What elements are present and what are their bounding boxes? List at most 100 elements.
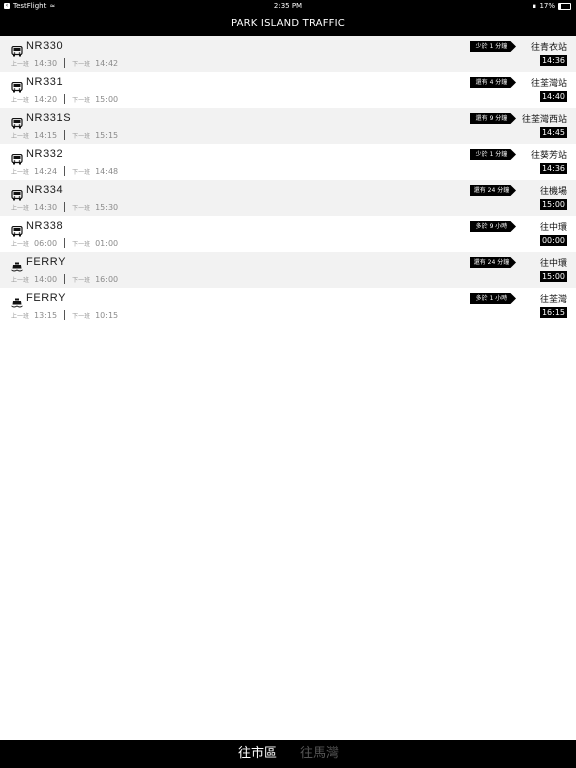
- route-times: 上一班 13:15 下一班 10:15: [11, 310, 118, 320]
- divider: [64, 94, 66, 104]
- status-time: 2:35 PM: [273, 2, 303, 10]
- bus-icon: [11, 222, 23, 237]
- prev-time: 14:15: [34, 130, 58, 140]
- route-name: NR331S: [26, 112, 72, 124]
- next-label: 下一班: [72, 204, 91, 212]
- ferry-icon: [11, 294, 23, 308]
- route-times: 上一班 14:30 下一班 14:42: [11, 58, 118, 68]
- prev-time: 14:30: [34, 202, 58, 212]
- destination: 往荃灣西站: [521, 115, 567, 125]
- countdown-badge: 還有 9 分鐘: [470, 113, 516, 124]
- prev-label: 上一班: [11, 312, 30, 320]
- route-times: 上一班 14:00 下一班 16:00: [11, 274, 118, 284]
- departure-time: 15:00: [540, 199, 567, 210]
- prev-label: 上一班: [11, 96, 30, 104]
- next-time: 15:15: [95, 130, 119, 140]
- countdown-badge: 還有 24 分鐘: [470, 257, 516, 268]
- route-times: 上一班 06:00 下一班 01:00: [11, 238, 118, 248]
- tab-bar: 往市區 往馬灣: [0, 740, 576, 768]
- prev-label: 上一班: [11, 204, 30, 212]
- route-name: NR331: [26, 76, 64, 88]
- route-name: NR332: [26, 148, 64, 160]
- countdown-badge: 多於 1 小時: [470, 293, 516, 304]
- countdown-badge: 少於 1 分鐘: [470, 41, 516, 52]
- route-times: 上一班 14:15 下一班 15:15: [11, 130, 118, 140]
- prev-time: 14:00: [34, 274, 58, 284]
- next-time: 10:15: [95, 310, 119, 320]
- divider: [64, 166, 66, 176]
- divider: [64, 238, 66, 248]
- divider: [64, 202, 66, 212]
- bus-icon: [11, 114, 23, 129]
- bus-icon: [11, 78, 23, 93]
- next-label: 下一班: [72, 96, 91, 104]
- battery-icon: [558, 2, 571, 10]
- countdown-badge: 少於 1 分鐘: [470, 149, 516, 160]
- battery-percent: 17%: [539, 2, 555, 10]
- next-label: 下一班: [72, 168, 91, 176]
- destination: 往中環: [539, 223, 567, 233]
- next-label: 下一班: [72, 312, 91, 320]
- departure-time: 14:36: [540, 163, 567, 174]
- bluetooth-icon: ∎: [531, 2, 537, 10]
- countdown-badge: 多於 9 小時: [470, 221, 516, 232]
- divider: [64, 58, 66, 68]
- divider: [64, 274, 66, 284]
- route-row[interactable]: FERRY 上一班 14:00 下一班 16:00 還有 24 分鐘 往中環 15:00: [0, 252, 576, 288]
- destination: 往荃灣站: [530, 79, 567, 89]
- departure-time: 15:00: [540, 271, 567, 282]
- destination: 往葵芳站: [530, 151, 567, 161]
- route-times: 上一班 14:20 下一班 15:00: [11, 94, 118, 104]
- route-times: 上一班 14:30 下一班 15:30: [11, 202, 118, 212]
- countdown-badge: 還有 4 分鐘: [470, 77, 516, 88]
- countdown-badge: 還有 24 分鐘: [470, 185, 516, 196]
- route-row[interactable]: NR334 上一班 14:30 下一班 15:30 還有 24 分鐘 往機場 15:00: [0, 180, 576, 216]
- route-name: FERRY: [26, 256, 67, 268]
- route-row[interactable]: FERRY 上一班 13:15 下一班 10:15 多於 1 小時 往荃灣 16:15: [0, 288, 576, 324]
- prev-time: 14:30: [34, 58, 58, 68]
- prev-time: 14:24: [34, 166, 58, 176]
- route-name: NR330: [26, 40, 64, 52]
- next-label: 下一班: [72, 132, 91, 140]
- tab-to-city[interactable]: 往市區: [238, 744, 277, 764]
- destination: 往中環: [539, 259, 567, 269]
- page-title: PARK ISLAND TRAFFIC: [0, 12, 576, 36]
- departure-time: 14:36: [540, 55, 567, 66]
- next-time: 15:00: [95, 94, 119, 104]
- next-time: 14:48: [95, 166, 119, 176]
- route-name: NR338: [26, 220, 64, 232]
- next-time: 01:00: [95, 238, 119, 248]
- prev-time: 06:00: [34, 238, 58, 248]
- route-name: NR334: [26, 184, 64, 196]
- prev-label: 上一班: [11, 276, 30, 284]
- bus-icon: [11, 150, 23, 165]
- route-row[interactable]: NR332 上一班 14:24 下一班 14:48 少於 1 分鐘 往葵芳站 14:36: [0, 144, 576, 180]
- destination: 往青衣站: [530, 43, 567, 53]
- bus-icon: [11, 42, 23, 57]
- prev-label: 上一班: [11, 240, 30, 248]
- next-label: 下一班: [72, 240, 91, 248]
- prev-label: 上一班: [11, 168, 30, 176]
- bus-icon: [11, 186, 23, 201]
- status-bar: ‹ TestFlight ≈ 2:35 PM ∎ 17%: [0, 0, 576, 12]
- next-label: 下一班: [72, 276, 91, 284]
- route-times: 上一班 14:24 下一班 14:48: [11, 166, 118, 176]
- route-row[interactable]: NR330 上一班 14:30 下一班 14:42 少於 1 分鐘 往青衣站 14:36: [0, 36, 576, 72]
- route-row[interactable]: NR331S 上一班 14:15 下一班 15:15 還有 9 分鐘 往荃灣西站 14:45: [0, 108, 576, 144]
- route-row[interactable]: NR338 上一班 06:00 下一班 01:00 多於 9 小時 往中環 00:00: [0, 216, 576, 252]
- next-label: 下一班: [72, 60, 91, 68]
- prev-label: 上一班: [11, 60, 30, 68]
- prev-time: 13:15: [34, 310, 58, 320]
- ferry-icon: [11, 258, 23, 272]
- departure-time: 14:40: [540, 91, 567, 102]
- route-name: FERRY: [26, 292, 67, 304]
- route-list: NR330 上一班 14:30 下一班 14:42 少於 1 分鐘 往青衣站 14:36 NR3…: [0, 36, 576, 324]
- route-row[interactable]: NR331 上一班 14:20 下一班 15:00 還有 4 分鐘 往荃灣站 14:40: [0, 72, 576, 108]
- destination: 往荃灣: [539, 295, 567, 305]
- tab-to-ma-wan[interactable]: 往馬灣: [300, 744, 339, 764]
- prev-time: 14:20: [34, 94, 58, 104]
- departure-time: 14:45: [540, 127, 567, 138]
- next-time: 16:00: [95, 274, 119, 284]
- prev-label: 上一班: [11, 132, 30, 140]
- departure-time: 16:15: [540, 307, 567, 318]
